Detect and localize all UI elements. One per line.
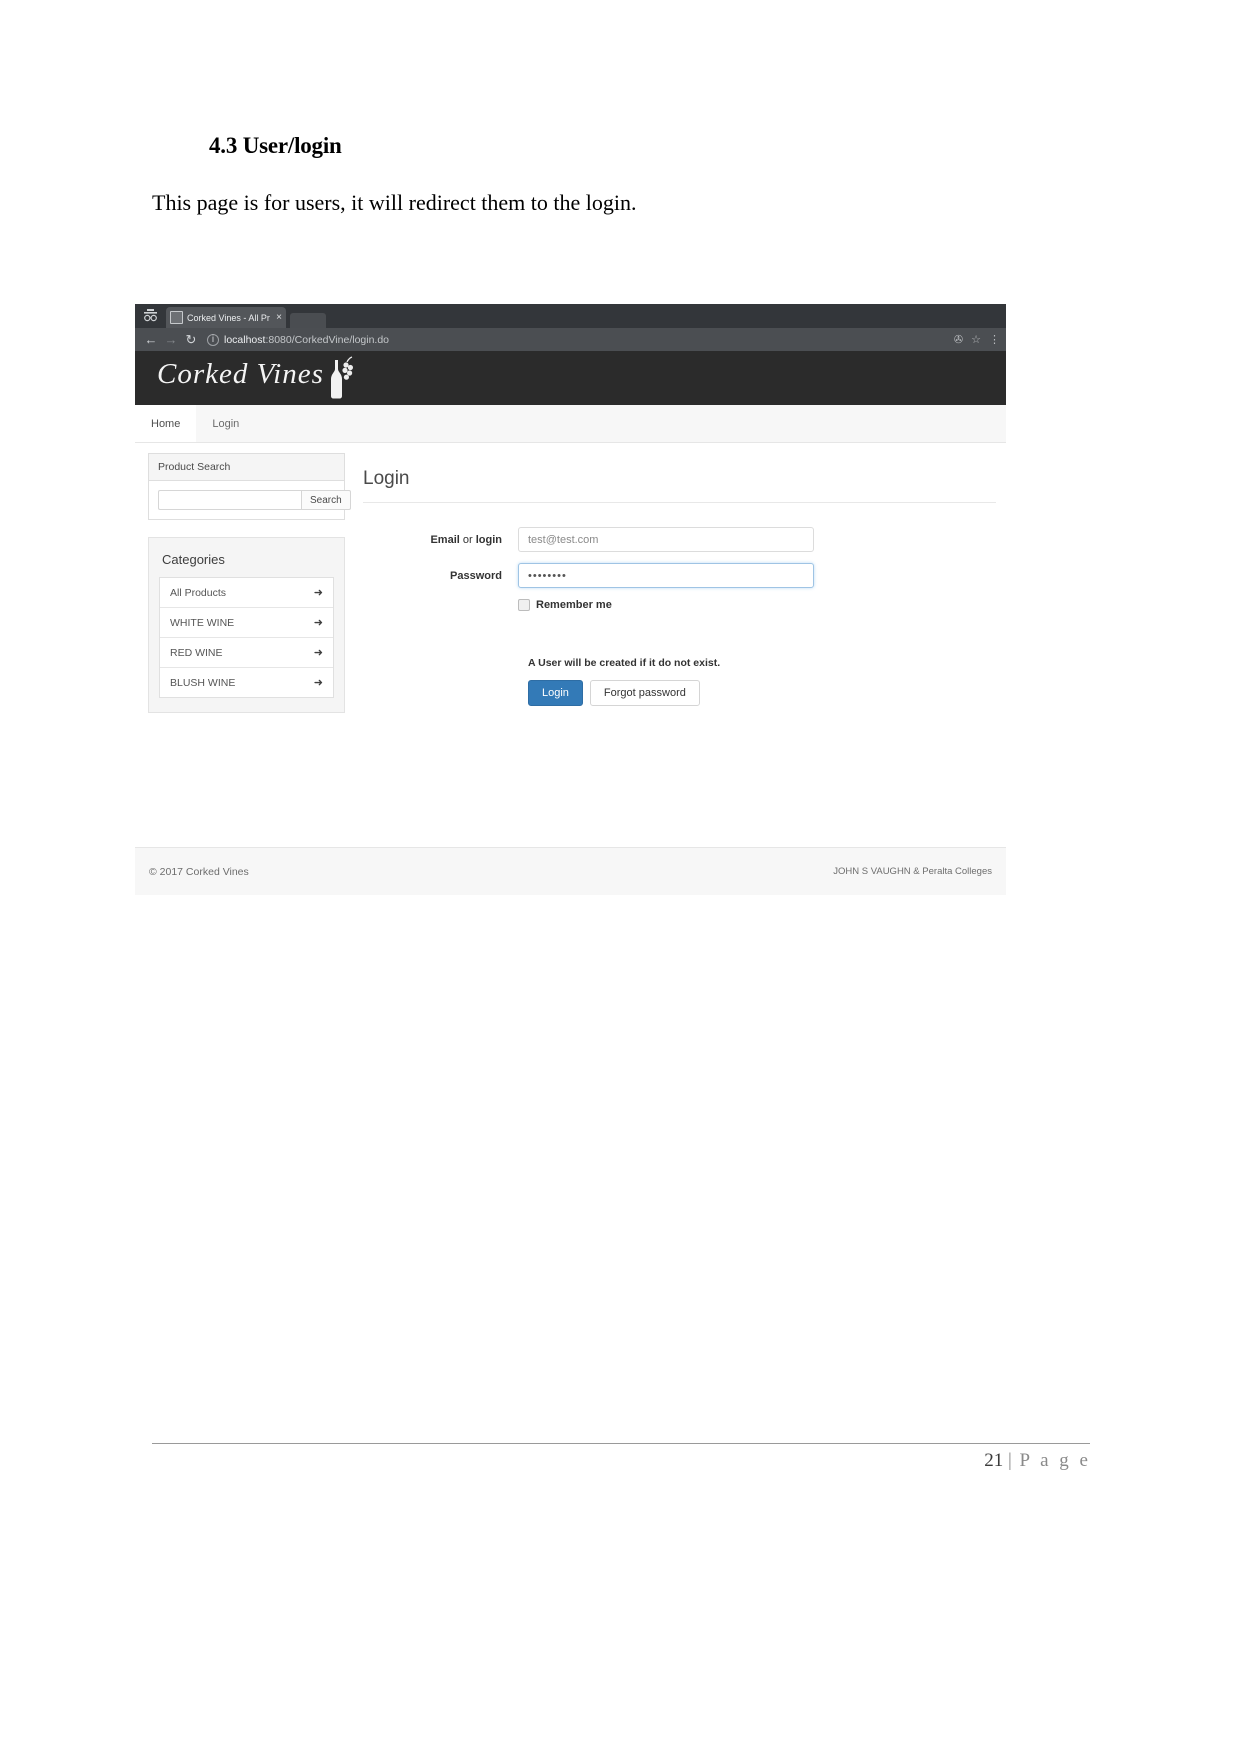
- category-label: RED WINE: [170, 646, 223, 659]
- site-header: Corked Vines: [135, 351, 1006, 405]
- body-paragraph: This page is for users, it will redirect…: [152, 190, 637, 215]
- bookmark-star-icon[interactable]: ☆: [971, 333, 981, 346]
- arrow-right-icon: ➜: [313, 647, 323, 659]
- email-label: Email or login: [363, 534, 518, 546]
- login-note: A User will be created if it do not exis…: [528, 657, 721, 669]
- arrow-right-icon: ➜: [313, 617, 323, 629]
- category-item-red-wine[interactable]: RED WINE ➜: [160, 638, 333, 668]
- page-number-value: 21: [984, 1450, 1004, 1471]
- page-number-separator: |: [1007, 1450, 1015, 1471]
- page-footer-rule: [152, 1443, 1090, 1444]
- browser-toolbar: ← → ↻ i localhost:8080/CorkedVine/login.…: [135, 328, 1006, 351]
- category-item-blush-wine[interactable]: BLUSH WINE ➜: [160, 668, 333, 697]
- filter-icon[interactable]: ✇: [954, 333, 963, 346]
- login-button[interactable]: Login: [528, 680, 583, 706]
- site-footer: © 2017 Corked Vines JOHN S VAUGHN & Pera…: [135, 847, 1006, 895]
- product-search-panel: Product Search Search: [148, 453, 351, 520]
- remember-me-checkbox[interactable]: [518, 599, 530, 611]
- toolbar-actions: ✇ ☆ ⋮: [954, 333, 1000, 346]
- email-label-part3: login: [475, 533, 502, 546]
- login-actions: Login Forgot password: [528, 680, 996, 706]
- remember-me-label: Remember me: [536, 599, 612, 611]
- menu-icon[interactable]: ⋮: [989, 333, 1000, 346]
- email-label-part1: Email: [430, 533, 460, 546]
- footer-credits: JOHN S VAUGHN & Peralta Colleges: [833, 866, 992, 877]
- address-path: :8080/CorkedVine/login.do: [265, 333, 390, 346]
- page-number: 21 | P a g e: [984, 1450, 1091, 1472]
- product-search-title: Product Search: [149, 454, 344, 481]
- remember-me-row[interactable]: Remember me: [518, 599, 996, 611]
- email-row: Email or login: [363, 527, 996, 552]
- address-host: localhost: [224, 333, 266, 346]
- page-favicon-icon: [170, 311, 183, 324]
- back-icon[interactable]: ←: [141, 328, 161, 351]
- forgot-password-button[interactable]: Forgot password: [589, 680, 700, 706]
- email-input[interactable]: [518, 527, 814, 552]
- arrow-right-icon: ➜: [313, 677, 323, 689]
- email-label-part2: or: [459, 533, 476, 546]
- nav-item-home[interactable]: Home: [135, 405, 197, 442]
- password-row: Password: [363, 563, 996, 588]
- site-info-icon[interactable]: i: [207, 333, 219, 346]
- arrow-right-icon: ➜: [313, 587, 323, 599]
- password-input[interactable]: [518, 563, 814, 588]
- page-content: Product Search Search Categories All Pro…: [135, 443, 1006, 862]
- reload-icon[interactable]: ↻: [181, 328, 201, 351]
- forward-icon[interactable]: →: [161, 328, 181, 351]
- category-label: WHITE WINE: [170, 616, 235, 629]
- password-label: Password: [450, 569, 502, 582]
- site-navbar: Home Login: [135, 405, 1006, 443]
- wine-bottle-grapes-icon: [324, 356, 354, 400]
- login-main: Login Email or login Password Remember m…: [363, 453, 996, 706]
- search-input[interactable]: [158, 490, 301, 510]
- categories-panel: Categories All Products ➜ WHITE WINE ➜ R…: [148, 537, 345, 713]
- categories-title: Categories: [162, 552, 225, 567]
- search-row: Search: [158, 490, 351, 510]
- browser-window: Corked Vines - All Pr × ← → ↻ i localhos…: [135, 304, 1006, 895]
- close-icon[interactable]: ×: [276, 312, 282, 323]
- address-bar[interactable]: i localhost:8080/CorkedVine/login.do: [207, 333, 946, 346]
- browser-tabstrip: Corked Vines - All Pr ×: [135, 304, 1006, 328]
- page-number-label: P a g e: [1019, 1450, 1091, 1471]
- nav-item-login[interactable]: Login: [196, 405, 255, 442]
- page-title: 4.3 User/login: [209, 133, 342, 158]
- sidebar: Product Search Search Categories All Pro…: [148, 453, 351, 713]
- brand-wordmark[interactable]: Corked Vines: [157, 358, 324, 391]
- address-bar-text: localhost:8080/CorkedVine/login.do: [224, 334, 389, 346]
- incognito-icon: [140, 307, 160, 325]
- category-item-white-wine[interactable]: WHITE WINE ➜: [160, 608, 333, 638]
- footer-copyright: © 2017 Corked Vines: [149, 865, 249, 878]
- divider: [363, 502, 996, 503]
- category-label: BLUSH WINE: [170, 676, 236, 689]
- browser-tab[interactable]: Corked Vines - All Pr ×: [166, 307, 286, 328]
- categories-list: All Products ➜ WHITE WINE ➜ RED WINE ➜ B…: [159, 577, 334, 698]
- product-search-body: Search: [149, 481, 351, 519]
- search-button[interactable]: Search: [301, 490, 351, 510]
- new-tab-button[interactable]: [290, 313, 326, 328]
- category-item-all-products[interactable]: All Products ➜: [160, 578, 333, 608]
- login-heading: Login: [363, 468, 410, 489]
- category-label: All Products: [170, 586, 227, 599]
- tab-title: Corked Vines - All Pr: [187, 312, 270, 323]
